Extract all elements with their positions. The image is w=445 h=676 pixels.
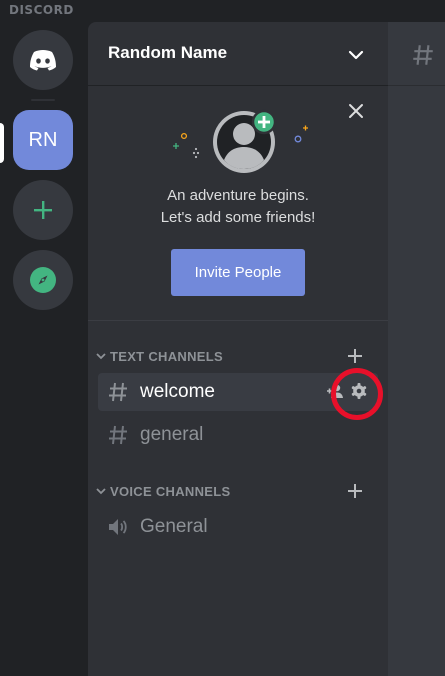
channel-sidebar: Random Name An adventure begins. Let's a… [88,22,388,676]
hashtag-icon [109,382,127,402]
invite-card: An adventure begins. Let's add some frie… [88,86,388,321]
chevron-down-icon [96,353,106,360]
compass-icon [30,267,56,293]
add-server-button[interactable] [13,180,73,240]
server-initials: RN [28,128,58,151]
chat-area [388,22,445,676]
invite-message-line-1: An adventure begins. [167,187,309,204]
discord-logo-icon [30,50,56,71]
chevron-down-icon[interactable] [347,46,365,64]
create-channel-icon[interactable] [346,482,364,500]
selected-server-indicator [0,123,4,163]
server-name: Random Name [108,43,228,62]
invite-message: An adventure begins. Let's add some frie… [88,185,388,229]
voice-channel-general[interactable]: General [98,508,378,546]
category-label: TEXT CHANNELS [110,348,223,364]
category-label: VOICE CHANNELS [110,483,231,499]
server-random-name[interactable]: RN [13,110,73,170]
title-bar: DISCORD [0,0,445,22]
chat-header [388,22,445,86]
plus-icon [34,201,52,219]
channel-name: General [140,516,208,537]
add-friends-illustration [173,109,308,173]
speaker-icon [109,519,127,535]
home-button[interactable] [13,30,73,90]
hashtag-icon [413,45,433,65]
channel-name: welcome [140,381,215,402]
invite-message-line-2: Let's add some friends! [160,209,316,226]
channel-name: general [140,424,204,445]
text-channels-category[interactable]: TEXT CHANNELS [94,346,384,366]
chevron-down-icon [96,488,106,495]
rail-divider [31,99,55,101]
close-icon[interactable] [346,101,366,121]
discord-wordmark: DISCORD [9,3,74,17]
create-channel-icon[interactable] [346,347,364,365]
explore-servers-button[interactable] [13,250,73,310]
channel-general[interactable]: general [98,416,378,454]
voice-channels-category[interactable]: VOICE CHANNELS [94,481,384,501]
server-header[interactable]: Random Name [88,22,388,86]
server-rail: RN [0,22,87,676]
invite-people-button[interactable]: Invite People [171,249,305,296]
hashtag-icon [109,425,127,445]
highlight-circle [331,368,383,420]
